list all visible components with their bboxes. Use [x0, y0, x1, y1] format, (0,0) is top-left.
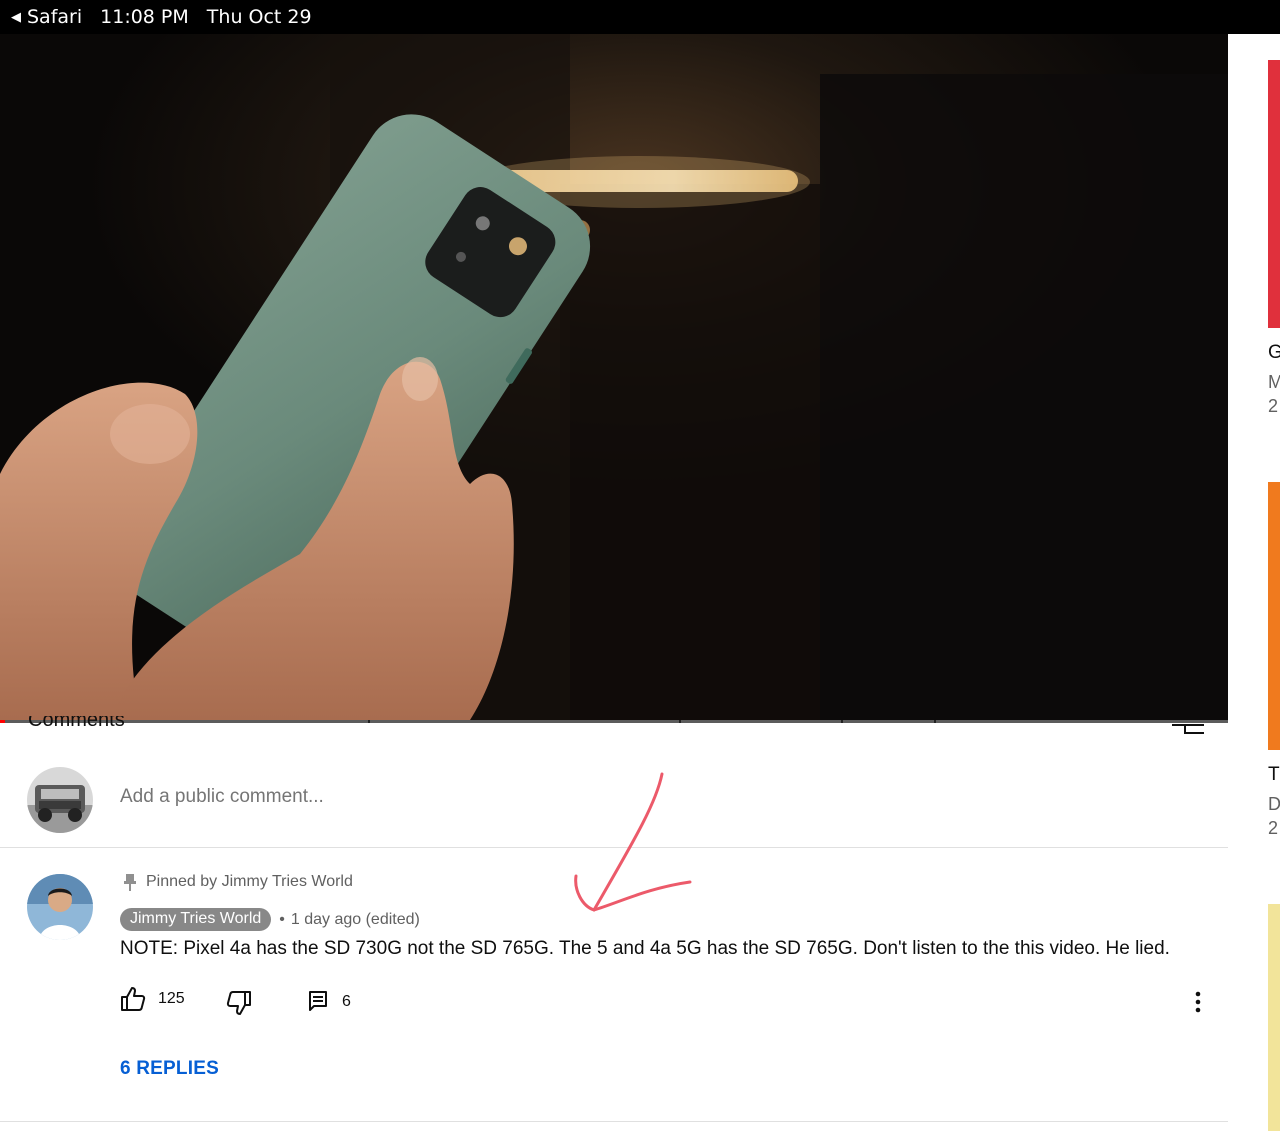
reply-count: 6	[342, 993, 351, 1010]
status-bar: ◀ Safari 11:08 PM Thu Oct 29	[0, 0, 1280, 34]
comment-author-avatar[interactable]	[27, 874, 93, 940]
sidebar-item-meta: D	[1268, 794, 1280, 814]
comment-icon	[309, 991, 327, 1011]
video-progress-fill	[0, 720, 5, 723]
pinned-label: Pinned by Jimmy Tries World	[146, 873, 353, 890]
sidebar-thumbnail[interactable]	[1268, 60, 1280, 328]
comment-meta: Jimmy Tries World • 1 day ago (edited)	[120, 908, 420, 931]
video-progress-bar[interactable]	[0, 720, 1228, 723]
sidebar-item-title[interactable]: T	[1268, 764, 1280, 786]
user-avatar[interactable]	[27, 767, 93, 833]
comment-timestamp[interactable]: 1 day ago (edited)	[291, 911, 420, 929]
status-date: Thu Oct 29	[206, 6, 312, 28]
video-player[interactable]	[0, 34, 1228, 720]
view-replies-link[interactable]: 6 REPLIES	[120, 1058, 219, 1080]
sidebar-thumbnail[interactable]	[1268, 482, 1280, 750]
video-frame	[0, 34, 1228, 720]
like-count: 125	[158, 990, 185, 1007]
thumbs-up-icon	[121, 987, 146, 1011]
sort-icon[interactable]	[1172, 723, 1204, 735]
more-vertical-icon[interactable]	[1188, 990, 1208, 1014]
reply-button[interactable]: 6	[308, 990, 351, 1014]
comment-author-chip[interactable]: Jimmy Tries World	[120, 908, 272, 931]
back-app-label[interactable]: Safari	[27, 6, 82, 28]
back-caret-icon[interactable]: ◀	[11, 10, 21, 25]
status-time: 11:08 PM	[100, 6, 189, 28]
pin-icon	[124, 874, 136, 891]
like-button[interactable]: 125	[120, 986, 185, 1012]
meta-separator: •	[279, 910, 285, 928]
sidebar-item-meta: M	[1268, 372, 1280, 392]
sidebar-item-meta: 2	[1268, 396, 1279, 416]
thumbs-down-icon	[226, 991, 251, 1015]
pinned-indicator: Pinned by Jimmy Tries World	[122, 873, 353, 891]
chapter-marker	[679, 720, 681, 723]
sidebar-item-meta: 2	[1268, 818, 1279, 838]
comments-header: Comments	[28, 716, 125, 730]
sidebar-thumbnail[interactable]	[1268, 904, 1280, 1131]
chapter-marker	[368, 720, 370, 723]
comment-text: NOTE: Pixel 4a has the SD 730G not the S…	[120, 938, 1170, 959]
annotation-arrow	[574, 772, 692, 912]
chapter-marker	[841, 720, 843, 723]
chapter-marker	[934, 720, 936, 723]
sidebar-item-title[interactable]: G	[1268, 342, 1280, 364]
divider	[0, 1121, 1228, 1122]
dislike-button[interactable]	[226, 990, 252, 1016]
